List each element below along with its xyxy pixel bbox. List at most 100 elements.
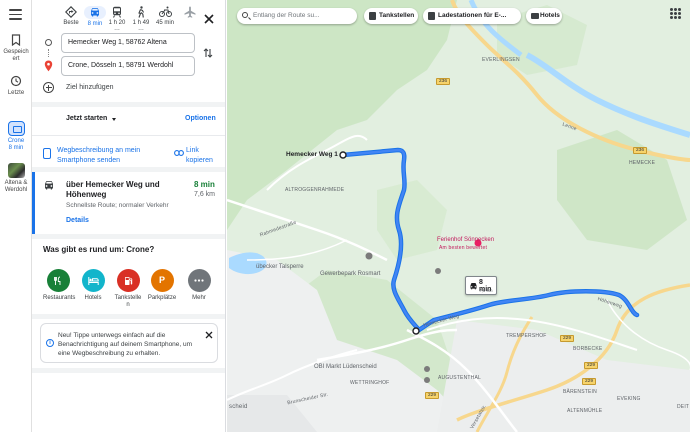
- gas-icon: [116, 269, 140, 292]
- crone-time: 8 min: [8, 145, 24, 151]
- mode-bike-label: 45 min: [155, 20, 174, 26]
- info-icon: i: [46, 339, 54, 347]
- map-label-wettringhof: WETTRINGHOF: [350, 380, 390, 386]
- mode-car-label: 8 min: [87, 21, 103, 27]
- mode-walk-label: 1 h 49 …: [132, 20, 150, 32]
- map-canvas[interactable]: Entlang der Route su... Tankstellen Lade…: [227, 0, 690, 432]
- add-stop-button[interactable]: Ziel hinzufügen: [43, 82, 193, 96]
- road-shield: 236: [633, 147, 648, 154]
- mode-walk[interactable]: 1 h 49 …: [129, 6, 153, 32]
- route-search-input[interactable]: Entlang der Route su...: [237, 8, 357, 24]
- road-shield: 229: [560, 335, 575, 342]
- route-time: 8 min: [194, 180, 215, 189]
- category-gas-stations[interactable]: Tankstellen: [113, 269, 143, 309]
- recent-trip-altena[interactable]: Altena & Werdohl: [0, 163, 32, 194]
- map-background: [227, 0, 690, 432]
- history-icon: [10, 75, 22, 87]
- callout-distance: 7,6 km: [479, 288, 493, 293]
- map-label-obi: OBI Markt Lüdenscheid: [314, 364, 377, 370]
- destination-input[interactable]: Crone, Dösseln 1, 58791 Werdohl: [61, 56, 195, 76]
- details-link[interactable]: Details: [66, 217, 89, 224]
- chip-label: Ladestationen für E-...: [438, 12, 507, 19]
- close-icon[interactable]: [203, 13, 215, 25]
- map-label-talsperre: übecker Talsperre: [256, 264, 304, 270]
- bookmark-icon: [11, 34, 21, 46]
- mode-bike[interactable]: 45 min: [153, 6, 177, 26]
- divider: [32, 234, 225, 239]
- options-button[interactable]: Optionen: [185, 115, 216, 122]
- mode-best-label: Beste: [63, 20, 79, 26]
- car-icon: [91, 7, 99, 16]
- selected-indicator: [32, 172, 35, 234]
- link-icon[interactable]: [174, 150, 184, 156]
- dropdown-caret-icon[interactable]: [112, 118, 116, 121]
- route-time-callout: 8 min 7,6 km: [465, 276, 497, 295]
- map-label-gewerbepark: Gewerbepark Rosmart: [320, 271, 381, 277]
- transit-icon: [113, 6, 121, 18]
- map-label-trempershof: TREMPERSHOF: [506, 333, 547, 339]
- menu-icon[interactable]: [9, 9, 22, 20]
- mode-car[interactable]: 8 min: [83, 6, 107, 27]
- directions-panel: Beste 8 min 1 h 20 … 1 h 49 … 45 min Hem…: [32, 0, 226, 432]
- map-label-borbecke: BORBECKE: [573, 346, 603, 352]
- map-label-augustenthal: AUGUSTENTHAL: [438, 375, 481, 381]
- road-shield: 229: [582, 378, 597, 385]
- divider: [32, 368, 225, 373]
- travel-modes: Beste 8 min 1 h 20 … 1 h 49 … 45 min: [32, 6, 225, 32]
- map-label-everlingsen: EVERLINGSEN: [482, 57, 520, 63]
- hotel-icon: [531, 13, 539, 19]
- category-label: Parkplätze: [147, 295, 177, 301]
- origin-dot-icon: [45, 39, 52, 46]
- hotel-icon: [81, 269, 105, 292]
- best-route-icon: [65, 6, 77, 18]
- origin-input[interactable]: Hemecker Weg 1, 58762 Altena: [61, 33, 195, 53]
- walk-icon: [138, 6, 144, 18]
- tip-text: Neu! Tippe unterwegs einfach auf die Ben…: [58, 332, 193, 357]
- mode-transit-label: 1 h 20 …: [108, 20, 126, 32]
- divider: [32, 135, 225, 136]
- category-more[interactable]: Mehr: [184, 269, 214, 302]
- chip-label: Hotels: [540, 12, 560, 19]
- recent-label: Letzte: [7, 90, 25, 96]
- saved-button[interactable]: Gespeichert: [0, 34, 32, 63]
- close-icon[interactable]: [205, 331, 213, 339]
- chip-label: Tankstellen: [379, 12, 415, 19]
- saved-label: Gespeichert: [3, 49, 29, 62]
- category-restaurants[interactable]: Restaurants: [43, 269, 75, 302]
- parking-icon: P: [150, 269, 174, 292]
- car-icon: [7, 121, 25, 136]
- apps-grid-icon[interactable]: [670, 8, 681, 19]
- more-icon: [187, 269, 211, 292]
- send-to-phone-link[interactable]: Wegbeschreibung an mein Smartphone sende…: [57, 146, 152, 165]
- map-label-altenmuhle: ALTENMÜHLE: [567, 408, 603, 414]
- depart-time-select[interactable]: Jetzt starten: [66, 115, 107, 122]
- category-label: Hotels: [84, 295, 102, 301]
- copy-link-button[interactable]: Link kopieren: [186, 146, 222, 165]
- restaurant-icon: [46, 269, 70, 292]
- flight-icon: [184, 6, 196, 18]
- destination-pin-icon: [44, 60, 53, 72]
- mode-flight[interactable]: [178, 6, 202, 20]
- place-thumbnail: [7, 163, 25, 178]
- divider: [32, 102, 225, 107]
- road-shield: 236: [436, 78, 451, 85]
- category-parking[interactable]: P Parkplätze: [147, 269, 177, 302]
- chip-hotels[interactable]: Hotels: [526, 8, 562, 24]
- smartphone-icon: [43, 148, 51, 159]
- route-option-card[interactable]: über Hemecker Weg und Höhenweg Schnellst…: [32, 172, 225, 234]
- map-label-eveking: EVEKING: [617, 396, 641, 402]
- add-stop-label: Ziel hinzufügen: [66, 84, 114, 91]
- chip-ev-charging[interactable]: Ladestationen für E-...: [423, 8, 521, 24]
- map-label-barenstein: BÄRENSTEIN: [563, 389, 597, 395]
- mode-transit[interactable]: 1 h 20 …: [105, 6, 129, 32]
- mode-best[interactable]: Beste: [59, 6, 83, 26]
- route-dots: [48, 49, 49, 57]
- left-rail: Gespeichert Letzte Crone 8 min Altena & …: [0, 0, 32, 432]
- ev-charging-icon: [428, 12, 435, 20]
- recent-trip-crone[interactable]: Crone 8 min: [0, 121, 32, 152]
- chip-gas-stations[interactable]: Tankstellen: [364, 8, 418, 24]
- category-hotels[interactable]: Hotels: [78, 269, 108, 302]
- swap-icon[interactable]: [203, 47, 213, 59]
- recent-button[interactable]: Letzte: [0, 75, 32, 97]
- crone-label: Crone: [7, 138, 25, 144]
